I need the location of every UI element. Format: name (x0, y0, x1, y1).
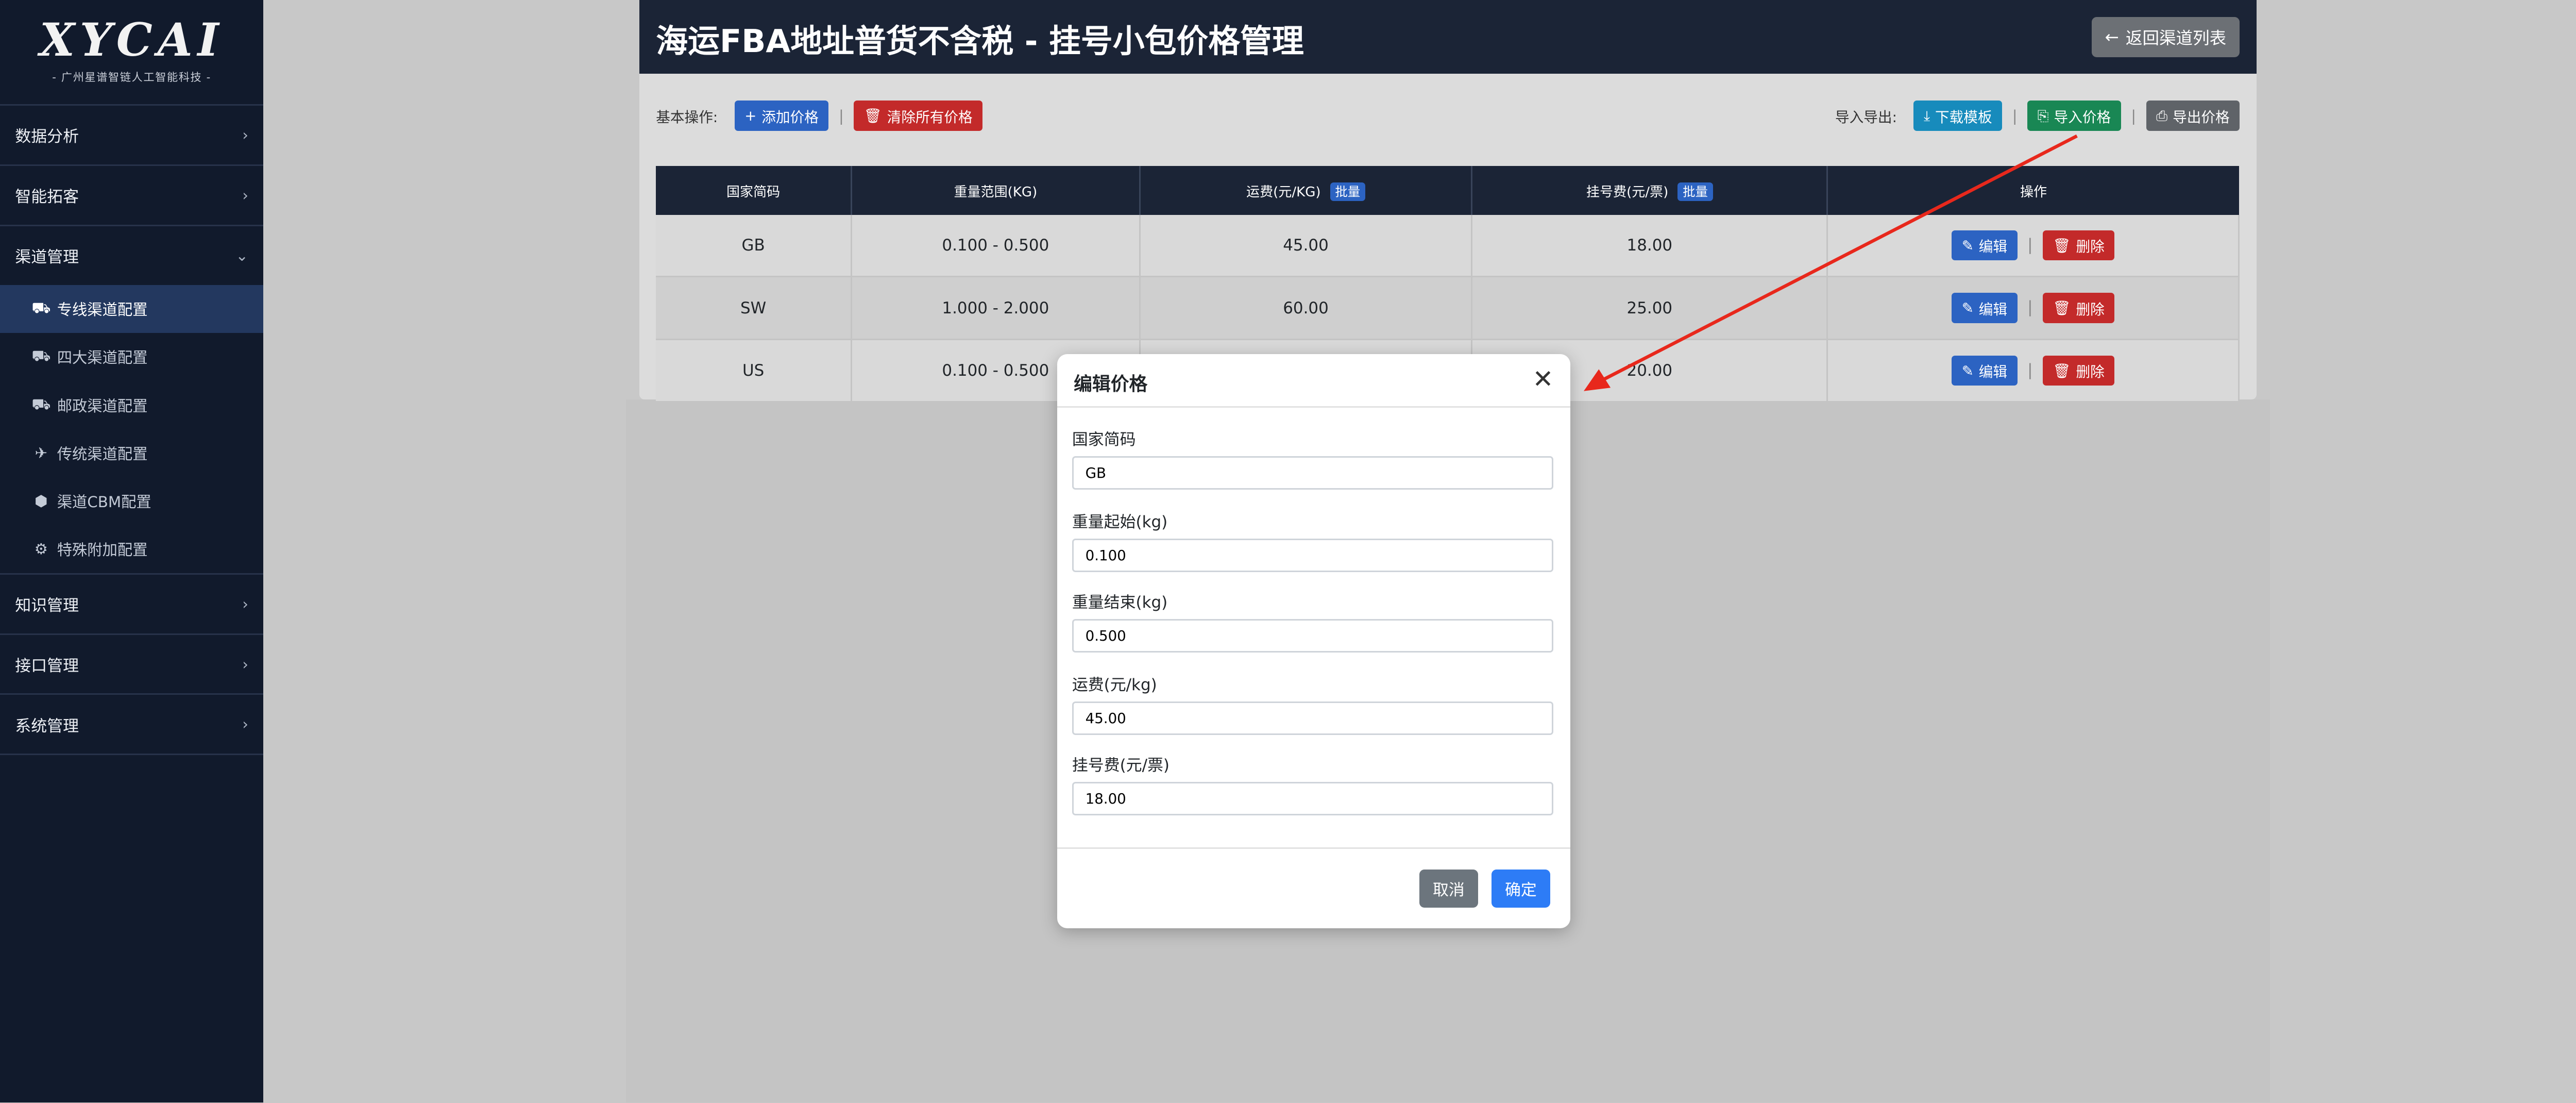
sidebar: XYCAI - 广州星谱智链人工智能科技 - 数据分析 › 智能拓客 › 渠道管… (0, 0, 264, 1103)
country-code-input[interactable] (1072, 456, 1554, 490)
weight-end-input[interactable] (1072, 619, 1554, 653)
chevron-right-icon: › (242, 715, 248, 733)
sidebar-item-label: 传统渠道配置 (57, 445, 148, 463)
menu-label: 接口管理 (15, 657, 79, 675)
chevron-down-icon: ⌄ (235, 246, 248, 264)
freight-input[interactable] (1072, 701, 1554, 735)
sidebar-item-four-channel[interactable]: ⛟ 四大渠道配置 (0, 333, 263, 381)
weight-start-field: 重量起始(kg) (1072, 509, 1554, 572)
close-icon[interactable]: ✕ (1532, 364, 1553, 394)
freight-field: 运费(元/kg) (1072, 672, 1554, 735)
sidebar-item-label: 专线渠道配置 (57, 301, 148, 319)
edit-price-modal: 编辑价格 ✕ 国家简码 重量起始(kg) 重量结束(kg) 运费(元/kg) 挂… (1057, 354, 1570, 928)
chevron-right-icon: › (242, 595, 248, 613)
logo[interactable]: XYCAI - 广州星谱智链人工智能科技 - (0, 0, 264, 106)
truck-icon: ⛟ (31, 395, 51, 413)
chevron-right-icon: › (242, 126, 248, 144)
gear-icon: ⚙ (34, 540, 48, 558)
menu-channel-management[interactable]: 渠道管理 ⌄ (0, 226, 263, 285)
registration-fee-field: 挂号费(元/票) (1072, 752, 1554, 815)
cube-icon: ⬢ (34, 492, 48, 510)
sidebar-item-label: 特殊附加配置 (57, 541, 148, 559)
modal-header: 编辑价格 ✕ (1057, 354, 1570, 408)
menu-label: 智能拓客 (15, 188, 79, 207)
logo-text: XYCAI (39, 13, 224, 67)
menu-label: 知识管理 (15, 596, 79, 615)
menu-api-management[interactable]: 接口管理 › (0, 635, 264, 695)
cancel-button[interactable]: 取消 (1419, 869, 1478, 908)
menu-label: 系统管理 (15, 716, 79, 736)
field-label: 运费(元/kg) (1072, 675, 1157, 694)
country-code-field: 国家简码 (1072, 426, 1554, 490)
logo-subtitle: - 广州星谱智链人工智能科技 - (52, 71, 211, 84)
modal-footer: 取消 确定 (1057, 847, 1570, 929)
menu-data-analysis[interactable]: 数据分析 › (0, 106, 264, 166)
field-label: 挂号费(元/票) (1072, 756, 1170, 775)
menu-knowledge-management[interactable]: 知识管理 › (0, 575, 264, 635)
sidebar-item-special-surcharge[interactable]: ⚙ 特殊附加配置 (0, 525, 264, 575)
sidebar-item-traditional-channel[interactable]: ✈ 传统渠道配置 (0, 429, 263, 477)
field-label: 国家简码 (1072, 430, 1136, 449)
sidebar-item-label: 四大渠道配置 (57, 349, 148, 367)
menu-smart-prospecting[interactable]: 智能拓客 › (0, 166, 264, 226)
menu-label: 渠道管理 (15, 248, 79, 267)
chevron-right-icon: › (242, 186, 248, 204)
plane-icon: ✈ (35, 444, 48, 462)
sidebar-item-postal-channel[interactable]: ⛟ 邮政渠道配置 (0, 381, 263, 429)
chevron-right-icon: › (242, 655, 248, 673)
field-label: 重量起始(kg) (1072, 512, 1168, 531)
sidebar-item-label: 邮政渠道配置 (57, 397, 148, 415)
weight-end-field: 重量结束(kg) (1072, 589, 1554, 653)
sidebar-item-label: 渠道CBM配置 (57, 493, 151, 511)
weight-start-input[interactable] (1072, 538, 1554, 572)
modal-title: 编辑价格 (1074, 374, 1148, 395)
truck-icon: ⛟ (31, 299, 51, 317)
sidebar-item-channel-cbm[interactable]: ⬢ 渠道CBM配置 (0, 477, 263, 525)
truck-icon: ⛟ (31, 347, 51, 365)
confirm-button[interactable]: 确定 (1491, 869, 1550, 908)
registration-fee-input[interactable] (1072, 781, 1554, 815)
menu-label: 数据分析 (15, 127, 79, 146)
sidebar-item-dedicated-channel[interactable]: ⛟ 专线渠道配置 (0, 285, 264, 333)
field-label: 重量结束(kg) (1072, 593, 1168, 612)
menu-system-management[interactable]: 系统管理 › (0, 695, 264, 756)
